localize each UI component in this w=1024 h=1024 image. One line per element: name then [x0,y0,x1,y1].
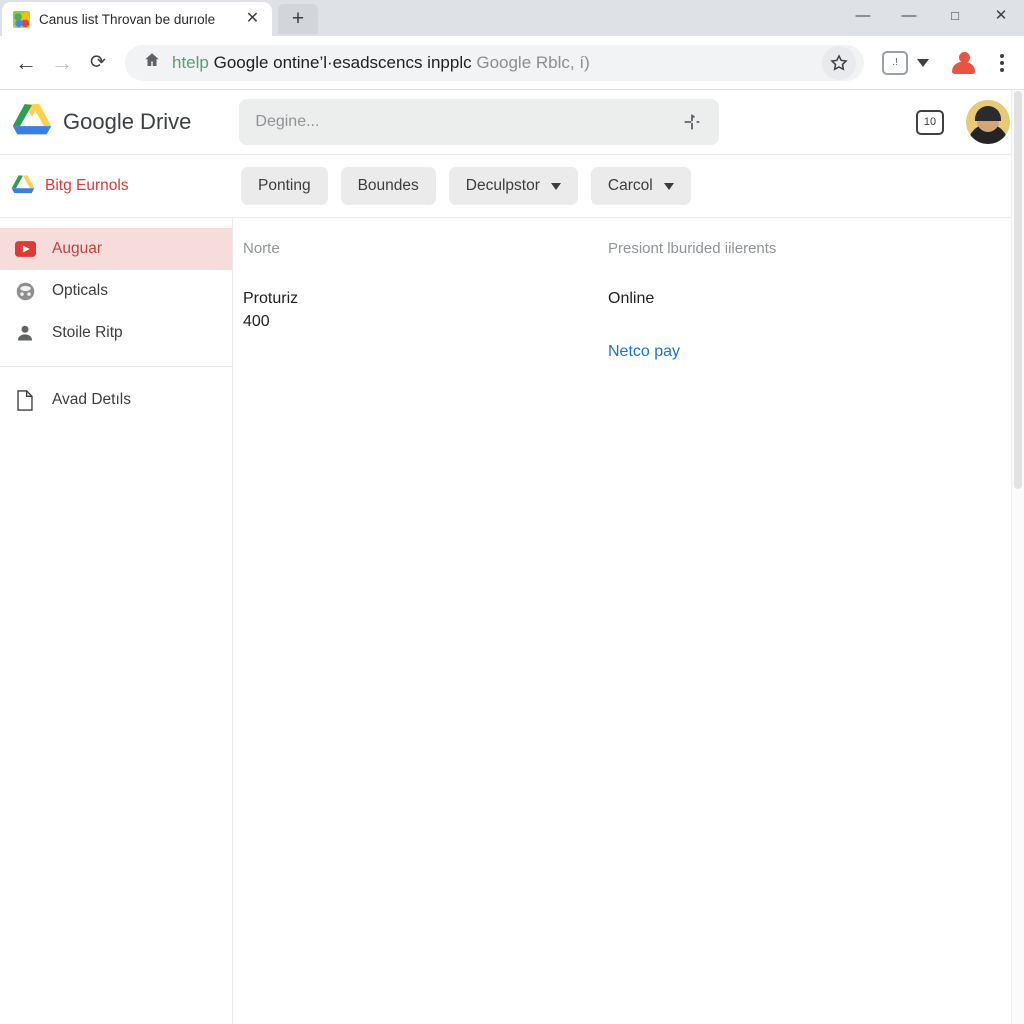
site-info-home-icon[interactable] [143,51,161,74]
search-input[interactable]: Degine... [239,99,720,145]
browser-toolbar: ← → ⟳ htelp Google ontine’l·esadscencs i… [0,36,1024,90]
toolbar-button-ponting-label: Ponting [258,177,311,194]
avatar[interactable] [966,100,1010,144]
chevron-down-icon[interactable] [917,58,929,67]
sidebar-item-stoile-ritp-label: Stoile Ritp [52,324,123,341]
sidebar-divider [0,366,232,367]
toolbar-dropdown-carcol[interactable]: Carcol [590,167,691,205]
main-content: Norte Proturiz 400 Presiont lburided iil… [233,218,1024,1024]
google-drive-logo-icon[interactable] [10,102,56,142]
right-column-header: Presiont lburided iilerents [608,240,777,257]
browser-profile-avatar[interactable] [949,48,979,78]
breadcrumb-label: Bitg Eurnols [45,177,129,194]
document-icon [14,389,36,411]
toolbar-dropdown-carcol-label: Carcol [607,177,653,194]
count-badge[interactable]: 10 [916,109,944,135]
sidebar-item-avad-detils[interactable]: Avad Detıls [0,379,232,421]
bookmark-star-icon[interactable] [822,45,856,80]
sidebar: Auguar Opticals Stoile Ritp Avad Detıls [0,218,233,1024]
address-bar-url: htelp Google ontine’l·esadscencs inpplc … [172,53,811,73]
forward-arrow-icon[interactable]: → [45,46,79,80]
content-column-right: Presiont lburided iilerents Online Netco… [608,240,1004,1024]
toolbar-button-ponting[interactable]: Ponting [241,167,328,205]
window-maximize-button[interactable]: □ [932,0,978,30]
browser-window: Canus list Throvan be durıole ✕ + — — □ … [0,0,1024,1024]
back-arrow-icon[interactable]: ← [9,46,43,80]
window-close-button[interactable]: ✕ [978,0,1024,30]
toolbar-button-boundes-label: Boundes [357,177,419,194]
scrollbar-thumb[interactable] [1014,91,1022,489]
browser-tab[interactable]: Canus list Throvan be durıole ✕ [2,2,272,36]
sidebar-item-opticals[interactable]: Opticals [0,270,232,312]
play-video-icon [14,238,36,260]
chevron-down-icon [663,182,674,190]
extension-badge-icon[interactable]: .! [882,50,908,75]
tab-title: Canus list Throvan be durıole [39,11,216,27]
person-icon [14,322,36,344]
tab-strip: Canus list Throvan be durıole ✕ + — — □ … [0,0,1024,36]
vertical-scrollbar[interactable] [1011,90,1024,1024]
toolbar-dropdown-deculpstor[interactable]: Deculpstor [448,167,578,205]
left-column-header: Norte [243,240,280,257]
page-content: Google Drive Degine... 10 Bitg Eurnols P… [0,90,1024,1024]
search-placeholder: Degine... [255,113,320,130]
profile-body-shape [952,61,975,74]
body-area: Auguar Opticals Stoile Ritp Avad Detıls … [0,218,1024,1024]
reload-icon[interactable]: ⟳ [81,46,115,80]
tab-favicon-icon [13,10,30,28]
drive-folder-icon [10,174,36,198]
action-toolbar: Bitg Eurnols Ponting Boundes Deculpstor … [0,155,1024,218]
drive-header: Google Drive Degine... 10 [0,90,1024,155]
right-column-value: Online [608,290,655,307]
globe-icon [14,280,36,302]
app-title: Google Drive [63,109,192,134]
toolbar-dropdown-deculpstor-label: Deculpstor [465,177,540,194]
avatar-hair-shape [975,106,1001,121]
chevron-down-icon [550,182,561,190]
sidebar-item-auguar[interactable]: Auguar [0,228,232,270]
drive-header-actions: 10 [916,100,1010,144]
url-suffix: Google Rblc, í) [476,52,590,72]
window-minimize-button[interactable]: — [840,0,886,30]
new-tab-button[interactable]: + [278,4,318,34]
tune-filter-icon[interactable] [681,111,703,133]
url-scheme: htelp [172,52,209,72]
toolbar-button-boundes[interactable]: Boundes [340,167,436,205]
sidebar-item-avad-detils-label: Avad Detıls [52,391,131,408]
content-column-left: Norte Proturiz 400 [243,240,608,1024]
left-column-line1: Proturiz [243,290,299,307]
left-column-line2: 400 [243,313,270,331]
tab-close-icon[interactable]: ✕ [243,10,262,29]
kebab-menu-icon[interactable] [989,46,1015,80]
profile-head-shape [959,51,970,63]
breadcrumb[interactable]: Bitg Eurnols [10,174,228,198]
sidebar-item-auguar-label: Auguar [52,240,102,257]
sidebar-item-opticals-label: Opticals [52,282,108,299]
url-main: Google ontine’l·esadscencs inpplc [213,52,472,72]
sidebar-item-stoile-ritp[interactable]: Stoile Ritp [0,312,232,354]
window-controls: — — □ ✕ [840,0,1024,30]
window-restore-button[interactable]: — [886,0,932,30]
right-column-link[interactable]: Netco pay [608,343,1004,361]
address-bar[interactable]: htelp Google ontine’l·esadscencs inpplc … [125,44,864,81]
